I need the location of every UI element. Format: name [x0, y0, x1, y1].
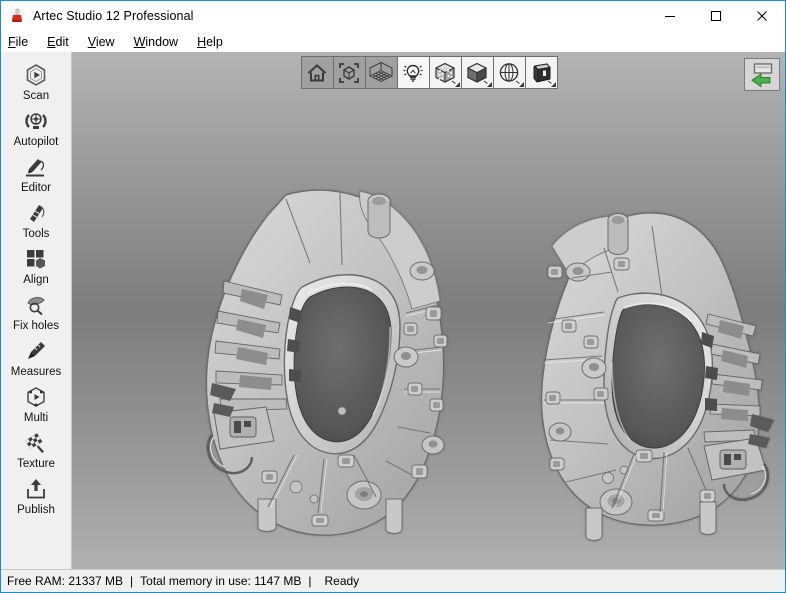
free-ram-label: Free RAM: 21337 MB [7, 574, 124, 588]
green-left-arrow-icon [751, 62, 773, 87]
toggle-light-button[interactable] [396, 56, 430, 89]
sidebar-label-align: Align [23, 274, 49, 286]
shaded-cube-icon [467, 62, 488, 84]
autopilot-icon [21, 107, 51, 135]
render-textured-button[interactable] [428, 56, 462, 89]
status-state-label: Ready [324, 574, 360, 588]
title-bar: Artec Studio 12 Professional [1, 1, 785, 31]
scanned-mesh-left[interactable] [190, 177, 480, 557]
menu-edit-label: dit [55, 34, 69, 49]
fit-bounding-box-icon [339, 62, 359, 83]
status-separator-1: | [130, 574, 134, 588]
sidebar: Scan Autopilot Editor Tools Align Fix ho… [1, 52, 72, 569]
sidebar-item-texture[interactable]: Texture [2, 426, 71, 472]
close-button[interactable] [739, 1, 785, 31]
home-view-button[interactable] [300, 56, 334, 89]
view-toolbar [300, 56, 558, 89]
menu-file[interactable]: File [8, 33, 38, 51]
fix-holes-icon [21, 291, 51, 319]
scan-icon [21, 61, 51, 89]
wireframe-sphere-icon [499, 62, 520, 84]
maximize-icon [711, 11, 721, 21]
minimize-icon [665, 16, 675, 17]
body-area: Scan Autopilot Editor Tools Align Fix ho… [1, 52, 785, 569]
maximize-button[interactable] [693, 1, 739, 31]
memory-in-use-label: Total memory in use: 1147 MB [140, 574, 302, 588]
chevron-down-icon[interactable] [454, 82, 460, 87]
sidebar-item-multi[interactable]: Multi [2, 380, 71, 426]
toggle-grid-button[interactable] [364, 56, 398, 89]
render-wireframe-button[interactable] [492, 56, 526, 89]
menu-file-label: ile [15, 34, 29, 49]
collapse-panel-button[interactable] [744, 58, 780, 91]
sidebar-item-publish[interactable]: Publish [2, 472, 71, 518]
artec-logo-icon [7, 6, 27, 26]
measures-icon [21, 337, 51, 365]
sidebar-item-editor[interactable]: Editor [2, 150, 71, 196]
menu-view-label: iew [95, 34, 115, 49]
menu-bar: File Edit View Window Help [1, 31, 785, 52]
chevron-down-icon[interactable] [518, 82, 524, 87]
sidebar-label-measures: Measures [10, 366, 62, 378]
menu-help[interactable]: Help [197, 33, 233, 51]
menu-edit[interactable]: Edit [47, 33, 79, 51]
textured-cube-icon [435, 62, 456, 84]
sidebar-label-publish: Publish [17, 504, 55, 516]
sidebar-label-autopilot: Autopilot [13, 136, 59, 148]
sidebar-item-fix-holes[interactable]: Fix holes [2, 288, 71, 334]
sidebar-item-measures[interactable]: Measures [2, 334, 71, 380]
sidebar-label-fix-holes: Fix holes [12, 320, 60, 332]
sidebar-item-autopilot[interactable]: Autopilot [2, 104, 71, 150]
render-solid-button[interactable] [524, 56, 558, 89]
menu-file-mnemonic: F [8, 34, 16, 49]
menu-edit-mnemonic: E [47, 34, 56, 49]
solid-cube-icon [533, 62, 552, 84]
tools-icon [21, 199, 51, 227]
scanned-mesh-right[interactable] [512, 202, 785, 557]
home-icon [307, 63, 327, 81]
menu-window-mnemonic: W [133, 34, 146, 49]
fit-to-view-button[interactable] [332, 56, 366, 89]
menu-help-label: elp [206, 34, 223, 49]
chevron-down-icon[interactable] [550, 82, 556, 87]
menu-window[interactable]: Window [134, 33, 188, 51]
sidebar-label-scan: Scan [22, 90, 50, 102]
texture-icon [21, 429, 51, 457]
chevron-down-icon[interactable] [486, 82, 492, 87]
status-bar: Free RAM: 21337 MB | Total memory in use… [1, 569, 785, 592]
sidebar-item-align[interactable]: Align [2, 242, 71, 288]
multi-icon [21, 383, 51, 411]
menu-view-mnemonic: V [87, 34, 96, 49]
align-icon [21, 245, 51, 273]
sidebar-item-scan[interactable]: Scan [2, 58, 71, 104]
window-controls [647, 1, 785, 31]
menu-window-label: indow [145, 34, 179, 49]
sidebar-label-editor: Editor [20, 182, 52, 194]
editor-icon [21, 153, 51, 181]
window-title: Artec Studio 12 Professional [33, 9, 194, 23]
publish-icon [21, 475, 51, 503]
sidebar-label-tools: Tools [22, 228, 50, 240]
render-shaded-button[interactable] [460, 56, 494, 89]
3d-viewport[interactable] [72, 52, 785, 569]
close-icon [757, 11, 767, 21]
application-window: Artec Studio 12 Professional File Edit V… [0, 0, 786, 593]
menu-view[interactable]: View [88, 33, 125, 51]
light-bulb-icon [403, 64, 423, 82]
grid-axes-icon [368, 61, 394, 82]
sidebar-label-texture: Texture [17, 458, 55, 470]
sidebar-item-tools[interactable]: Tools [2, 196, 71, 242]
menu-help-mnemonic: H [197, 34, 207, 49]
sidebar-label-multi: Multi [23, 412, 49, 424]
status-separator-2: | [308, 574, 312, 588]
minimize-button[interactable] [647, 1, 693, 31]
